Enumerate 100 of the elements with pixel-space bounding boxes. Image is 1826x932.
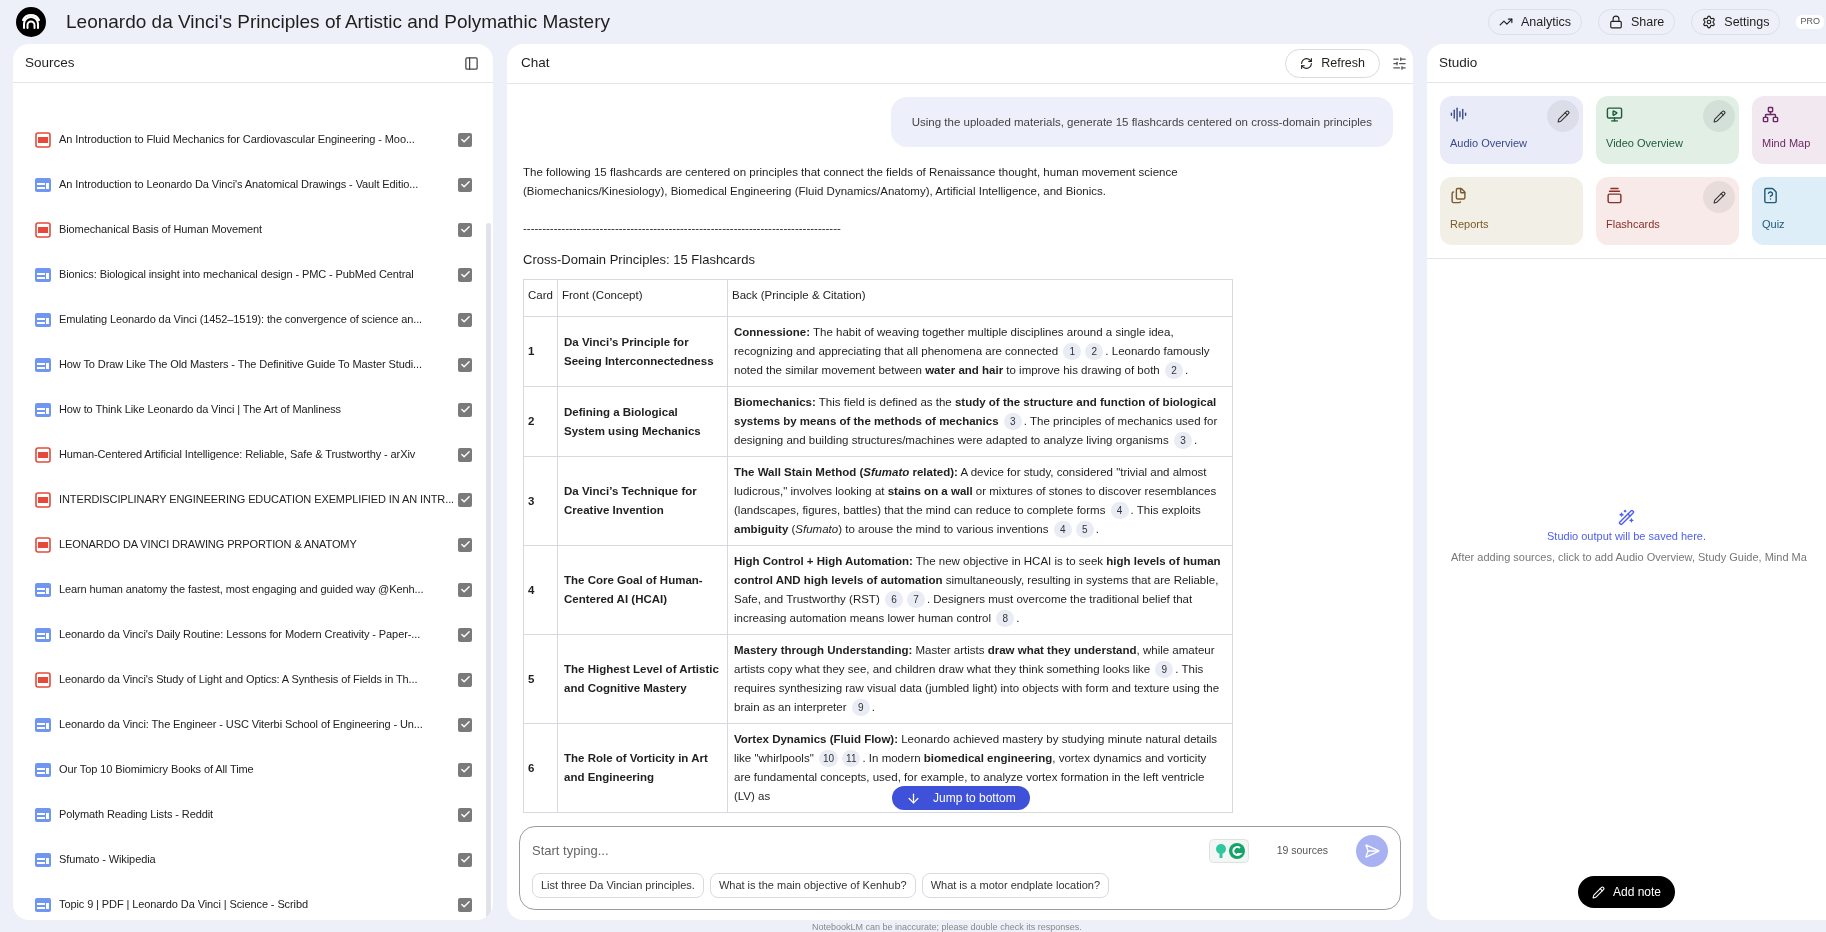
suggestion-chip[interactable]: What is the main objective of Kenhub? (709, 873, 916, 898)
source-checkbox[interactable] (458, 717, 472, 732)
empty-state-title: Studio output will be saved here. (1547, 529, 1706, 544)
source-title[interactable]: Leonardo da Vinci's Study of Light and Optics: A Synthesis of Fields in Th... (59, 671, 450, 688)
source-checkbox[interactable] (458, 537, 472, 552)
share-button[interactable]: Share (1597, 9, 1676, 35)
table-cell: 3 (524, 456, 557, 545)
column-header: Front (Concept) (557, 280, 727, 316)
extension-icons-drawing[interactable] (1208, 839, 1249, 863)
studio-tool-card[interactable]: Quiz (1752, 177, 1826, 245)
tool-label: Flashcards (1606, 217, 1661, 232)
table-cell: Connessione: The habit of weaving together multiple disciplines around a single idea, recognizing and appreciating that all phenomena are connected 1 2 . Leonardo famously noted the similar movement between water and hair to improve his drawing of both 2 . (727, 317, 1232, 386)
table-cell: Da Vinci’s Principle for Seeing Interconnectedness (557, 316, 727, 386)
jump-to-bottom-button[interactable]: Jump to bottom (892, 786, 1030, 810)
check-icon (459, 629, 471, 640)
add-note-button[interactable]: Add note (1577, 876, 1675, 908)
pdf-file-icon (35, 536, 51, 553)
studio-tool-card[interactable]: Flashcards (1596, 177, 1739, 245)
table-cell: The Role of Vorticity in Art and Engineering (557, 723, 727, 812)
check-icon (459, 854, 471, 865)
web-page-icon (35, 402, 51, 417)
check-icon (459, 764, 471, 775)
web-page-icon (35, 762, 51, 777)
check-icon (459, 539, 471, 550)
studio-tool-card[interactable]: Reports (1440, 177, 1583, 245)
analytics-button[interactable]: Analytics (1487, 9, 1582, 35)
collapse-panel-icon[interactable] (464, 55, 479, 71)
source-title[interactable]: Leonardo da Vinci's Daily Routine: Lessons for Modern Creativity - Paper-... (59, 626, 450, 643)
tool-label: Quiz (1762, 217, 1786, 232)
edit-button[interactable] (1547, 100, 1579, 132)
source-title[interactable]: An Introduction to Leonardo Da Vinci's Anatomical Drawings - Vault Editio... (59, 176, 450, 193)
source-title[interactable]: Leonardo da Vinci: The Engineer - USC Viterbi School of Engineering - Un... (59, 716, 450, 733)
source-checkbox[interactable] (458, 672, 472, 687)
source-checkbox[interactable] (458, 492, 472, 507)
source-title[interactable]: Biomechanical Basis of Human Movement (59, 221, 450, 238)
check-icon (459, 134, 471, 145)
table-cell: The Wall Stain Method (Sfumato related): A device for study, considered "trivial and almost ludicrous," involves looking at stains on a wall or mixtures of stones to discover resemblances (landscapes, figures, battles) that the mind can reduce to complete forms 4 . This exploits ambiguity (Sfumato) to arouse the mind to various inventions 4 5 . (727, 457, 1232, 545)
source-count: 19 sources (1276, 843, 1328, 859)
source-title[interactable]: Topic 9 | PDF | Leonardo Da Vinci | Science - Scribd (59, 896, 450, 913)
suggestion-chip[interactable]: What is a motor endplate location? (921, 873, 1109, 898)
source-checkbox[interactable] (458, 402, 472, 417)
logo-icon[interactable] (16, 7, 46, 37)
tool-label: Video Overview (1606, 136, 1684, 151)
source-checkbox[interactable] (458, 312, 472, 327)
source-checkbox[interactable] (458, 177, 472, 192)
magic-wand-icon (1618, 509, 1635, 526)
source-title[interactable]: Human-Centered Artificial Intelligence: Reliable, Safe & Trustworthy - arXiv (59, 446, 450, 463)
suggestion-chip[interactable]: List three Da Vincian principles. (532, 873, 704, 898)
source-title[interactable]: LEONARDO DA VINCI DRAWING PRPORTION & ANATOMY (59, 536, 450, 553)
web-page-icon (35, 312, 51, 327)
table-cell: 5 (524, 634, 557, 723)
settings-button[interactable]: Settings (1691, 9, 1781, 35)
check-icon (459, 674, 471, 685)
source-title[interactable]: How To Draw Like The Old Masters - The Definitive Guide To Master Studi... (59, 356, 450, 373)
source-checkbox[interactable] (458, 762, 472, 777)
edit-button[interactable] (1703, 100, 1735, 132)
source-checkbox[interactable] (458, 357, 472, 372)
user-message: Using the uploaded materials, generate 15 flashcards centered on cross-domain principles (890, 97, 1393, 147)
web-page-icon (35, 852, 51, 867)
web-page-icon (35, 267, 51, 282)
studio-tool-card[interactable]: Mind Map (1752, 96, 1826, 164)
edit-button[interactable] (1703, 181, 1735, 213)
source-checkbox[interactable] (458, 447, 472, 462)
table-cell: High Control + High Automation: The new objective in HCAI is to seek high levels of human control AND high levels of automation simultaneously, resulting in systems that are Reliable, Safe, and Trustworthy (RST) 6 7 . Designers must overcome the traditional belief that increasing automation means lower human control 8 . (727, 546, 1232, 634)
source-title[interactable]: Bionics: Biological insight into mechanical design - PMC - PubMed Central (59, 266, 450, 283)
table-cell: 2 (524, 386, 557, 456)
audio-wave-icon (1450, 106, 1467, 123)
source-checkbox[interactable] (458, 222, 472, 237)
table-cell: Da Vinci’s Technique for Creative Invention (557, 456, 727, 545)
source-title[interactable]: How to Think Like Leonardo da Vinci | The Art of Manliness (59, 401, 450, 418)
check-icon (459, 719, 471, 730)
chat-input[interactable]: Start typing... (532, 841, 1197, 861)
source-title[interactable]: Our Top 10 Biomimicry Books of All Time (59, 761, 450, 778)
source-title[interactable]: An Introduction to Fluid Mechanics for Cardiovascular Engineering - Moo... (59, 131, 450, 148)
panel-title: Sources (25, 53, 75, 72)
response-intro: The following 15 flashcards are centered on principles that connect the fields of Renaissance thought, human movement science (Biomechanics/Kinesiology), Biomedical Engineering (Fluid Dynamics/Anatomy), Artificial Intelligence, and Bionics. (523, 165, 1179, 199)
lock-icon (1608, 15, 1623, 29)
pdf-file-icon (35, 671, 51, 688)
source-checkbox[interactable] (458, 582, 472, 597)
source-title[interactable]: Learn human anatomy the fastest, most engaging and guided way @Kenh... (59, 581, 450, 598)
studio-tool-card[interactable]: Video Overview (1596, 96, 1739, 164)
web-page-icon (35, 582, 51, 597)
table-cell: 6 (524, 723, 557, 812)
source-checkbox[interactable] (458, 807, 472, 822)
source-checkbox[interactable] (458, 267, 472, 282)
studio-tool-card[interactable]: Audio Overview (1440, 96, 1583, 164)
source-checkbox[interactable] (458, 897, 472, 912)
video-icon (1606, 106, 1623, 123)
check-icon (459, 584, 471, 595)
table-cell: The Core Goal of Human-Centered AI (HCAI) (557, 545, 727, 634)
source-checkbox[interactable] (458, 852, 472, 867)
source-title[interactable]: Polymath Reading Lists - Reddit (59, 806, 450, 823)
source-checkbox[interactable] (458, 132, 472, 147)
table-cell: 1 (524, 316, 557, 386)
mind-map-icon (1762, 106, 1779, 123)
pencil-icon (1712, 190, 1726, 204)
source-title[interactable]: Sfumato - Wikipedia (59, 851, 450, 868)
source-title[interactable]: Emulating Leonardo da Vinci (1452–1519): the convergence of science an... (59, 311, 450, 328)
settings-sliders-icon[interactable] (1392, 56, 1407, 71)
source-checkbox[interactable] (458, 627, 472, 642)
